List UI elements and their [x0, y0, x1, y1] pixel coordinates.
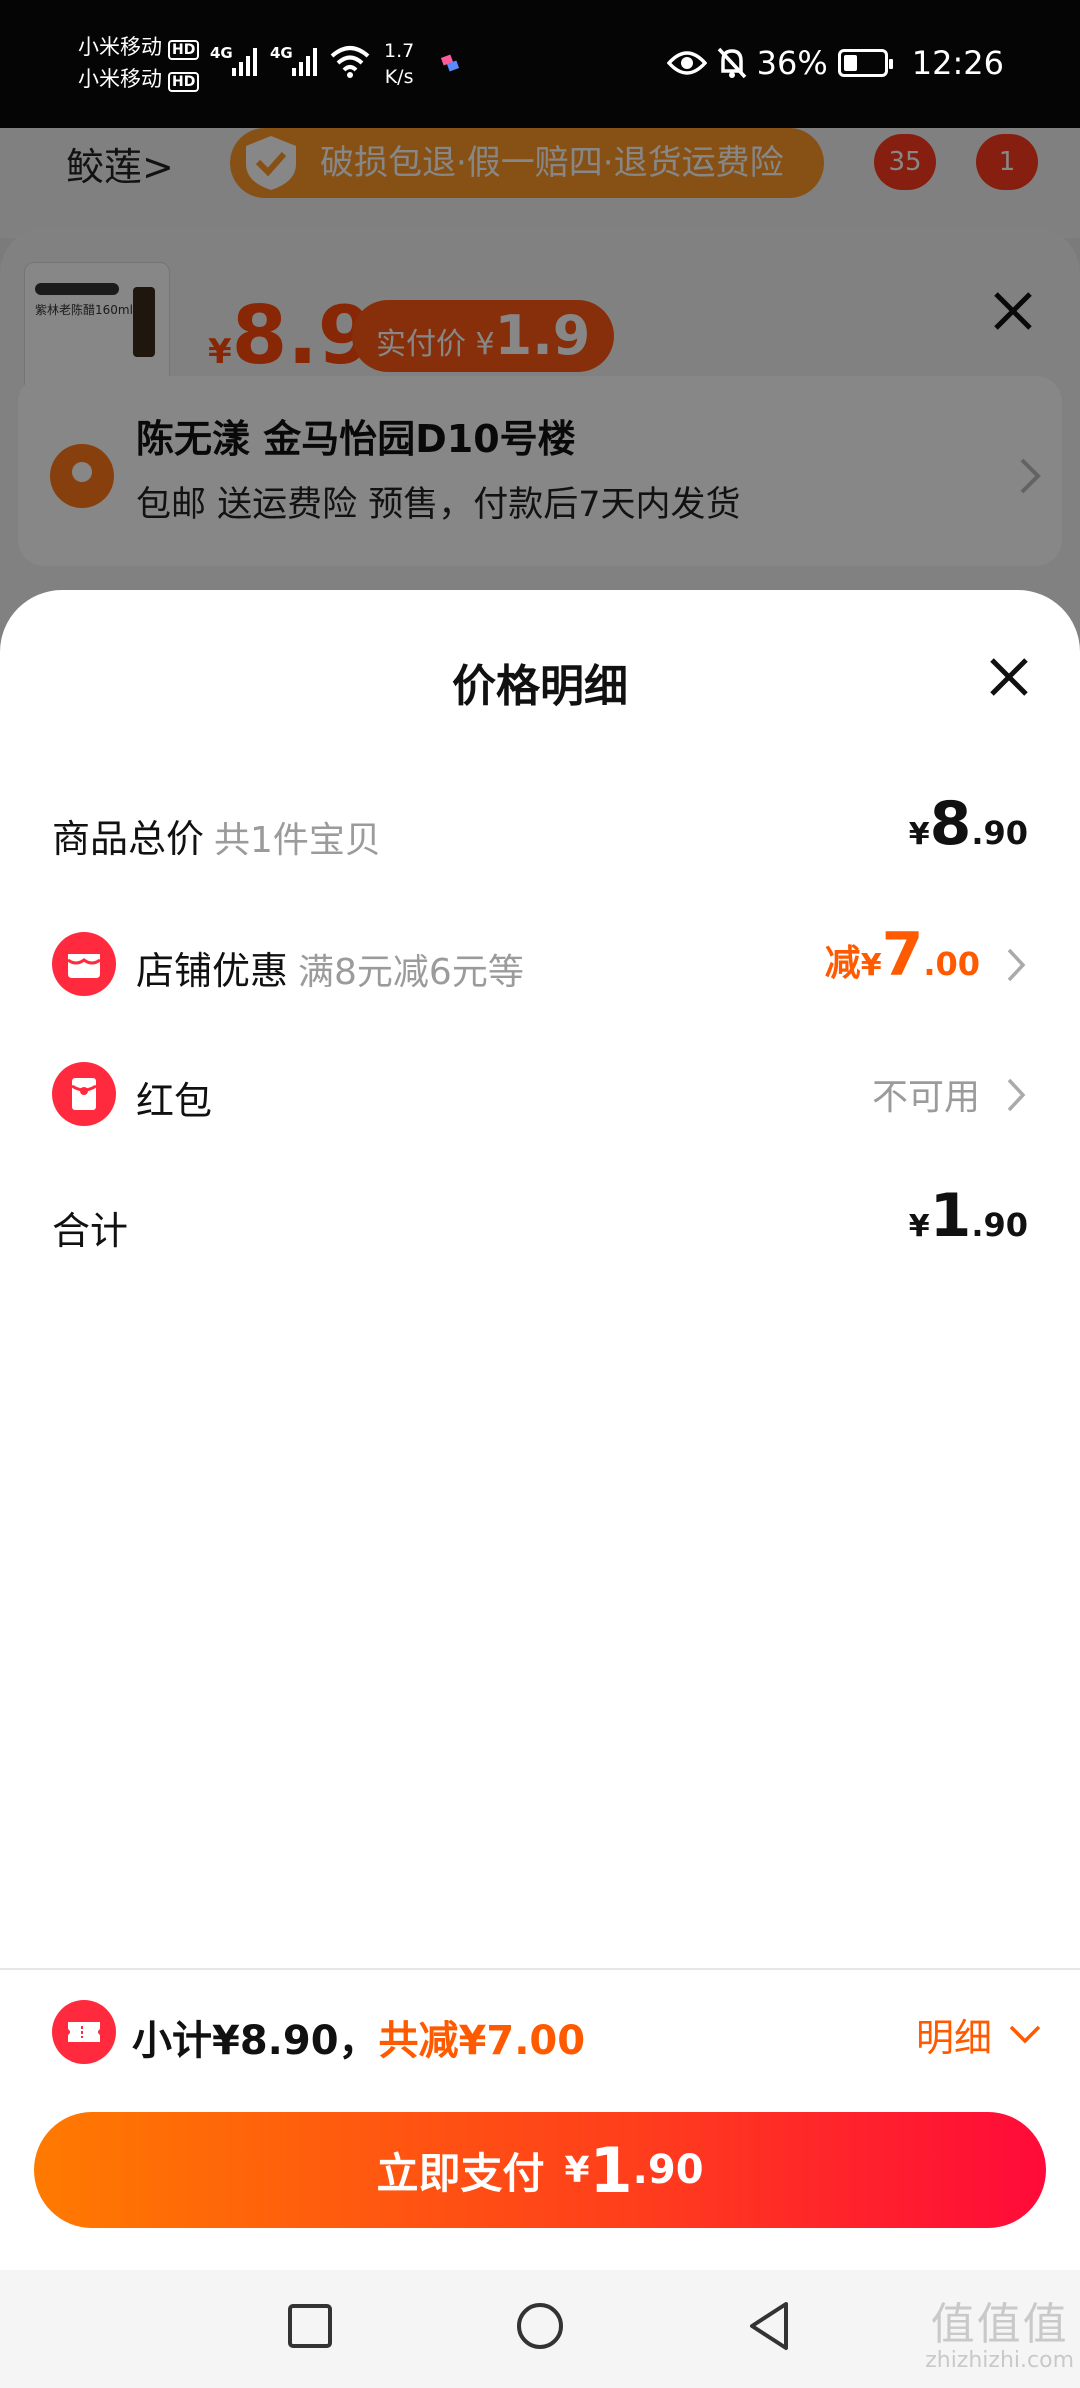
- chevron-right-icon: [1007, 948, 1026, 982]
- sheet-title: 价格明细: [452, 661, 628, 712]
- battery-icon: [837, 49, 893, 77]
- recent-apps-icon[interactable]: [282, 2298, 338, 2354]
- pay-label: 立即支付: [376, 2148, 545, 2198]
- total-discount-text: 共减¥7.00: [378, 2018, 586, 2064]
- network-type-1: 4G: [210, 44, 233, 62]
- close-icon[interactable]: [986, 654, 1032, 700]
- red-packet-icon: [52, 1062, 116, 1126]
- speed-unit: K/s: [384, 66, 414, 88]
- amount-int: 1: [929, 1181, 972, 1251]
- amount-dec: .90: [971, 1206, 1028, 1244]
- watermark-url: zhizhizhi.com: [925, 2348, 1074, 2373]
- hd-badge: HD: [168, 72, 200, 92]
- amount-dec: .90: [971, 814, 1028, 852]
- pay-amount-int: 1: [589, 2133, 633, 2207]
- network-type-2: 4G: [270, 44, 293, 62]
- subtotal-text: 小计¥8.90，: [132, 2018, 379, 2064]
- red-packet-row[interactable]: 红包 不可用: [0, 1048, 1080, 1138]
- pay-currency: ¥: [564, 2149, 590, 2191]
- amount-int: 7: [881, 920, 924, 990]
- chevron-down-icon: [1009, 2025, 1041, 2044]
- app-notification-icon: [440, 54, 460, 72]
- battery-fill: [843, 55, 858, 71]
- shop-discount-rule: 满8元减6元等: [298, 952, 524, 993]
- watermark: 值值值 zhizhizhi.com: [925, 2302, 1074, 2374]
- watermark-logo: 值值值: [930, 2299, 1069, 2350]
- goods-total-label-group: 商品总价 共1件宝贝: [52, 808, 381, 863]
- shop-discount-label-group: 店铺优惠 满8元减6元等: [136, 940, 524, 995]
- currency-symbol: ¥: [908, 1209, 930, 1244]
- carrier-2: 小米移动 HD: [78, 66, 200, 92]
- home-icon[interactable]: [512, 2298, 568, 2354]
- sum-row: 合计 ¥1.90: [0, 1178, 1080, 1268]
- hd-badge: HD: [168, 40, 200, 60]
- sum-label: 合计: [52, 1209, 129, 1253]
- speed-value: 1.7: [384, 40, 415, 62]
- price-detail-sheet: 价格明细 商品总价 共1件宝贝 ¥8.90 店铺优惠 满8元减6元等 减¥7.00: [0, 590, 1080, 2388]
- goods-total-row: 商品总价 共1件宝贝 ¥8.90: [0, 786, 1080, 876]
- signal-icon: [292, 46, 317, 76]
- battery-percent: 36%: [756, 44, 828, 82]
- back-icon[interactable]: [742, 2298, 798, 2354]
- status-bar: 小米移动 HD 小米移动 HD 4G 4G 1.7 K/s 36% 12:26: [0, 0, 1080, 128]
- goods-count: 共1件宝贝: [214, 820, 381, 861]
- red-packet-label: 红包: [136, 1079, 213, 1123]
- currency-symbol: ¥: [908, 817, 930, 852]
- system-nav-bar: 值值值 zhizhizhi.com: [0, 2270, 1080, 2388]
- currency-symbol: ¥: [860, 948, 882, 983]
- footer-divider: [0, 1968, 1080, 1970]
- minus-prefix: 减: [824, 943, 861, 984]
- carrier-2-name: 小米移动: [78, 67, 162, 91]
- subtotal-summary: 小计¥8.90，共减¥7.00: [132, 2008, 585, 2066]
- status-right: 36% 12:26: [666, 40, 1004, 86]
- signal-icon: [232, 46, 257, 76]
- detail-toggle-button[interactable]: 明细: [916, 2004, 1042, 2064]
- shop-discount-label: 店铺优惠: [136, 949, 289, 993]
- wifi-icon: [330, 46, 370, 78]
- chevron-right-icon: [1007, 1078, 1026, 1112]
- amount-int: 8: [929, 789, 972, 859]
- store-icon: [52, 932, 116, 996]
- shop-discount-row[interactable]: 店铺优惠 满8元减6元等 减¥7.00: [0, 918, 1080, 1008]
- network-speed: 1.7 K/s: [384, 38, 414, 90]
- bell-muted-icon: [717, 47, 746, 79]
- eye-icon: [666, 51, 707, 75]
- ticket-icon: [52, 2000, 116, 2064]
- shop-discount-amount: 减¥7.00: [825, 925, 980, 986]
- sum-amount: ¥1.90: [909, 1186, 1028, 1246]
- goods-total-label: 商品总价: [52, 817, 205, 861]
- pay-now-button[interactable]: 立即支付 ¥1.90: [34, 2112, 1046, 2228]
- red-packet-status: 不可用: [871, 1077, 980, 1118]
- carrier-1: 小米移动 HD: [78, 34, 200, 60]
- amount-dec: .00: [923, 945, 980, 983]
- pay-amount-dec: .90: [632, 2147, 704, 2193]
- clock: 12:26: [911, 44, 1004, 82]
- goods-total-amount: ¥8.90: [909, 794, 1028, 854]
- detail-label: 明细: [915, 2015, 992, 2060]
- carrier-1-name: 小米移动: [78, 35, 162, 59]
